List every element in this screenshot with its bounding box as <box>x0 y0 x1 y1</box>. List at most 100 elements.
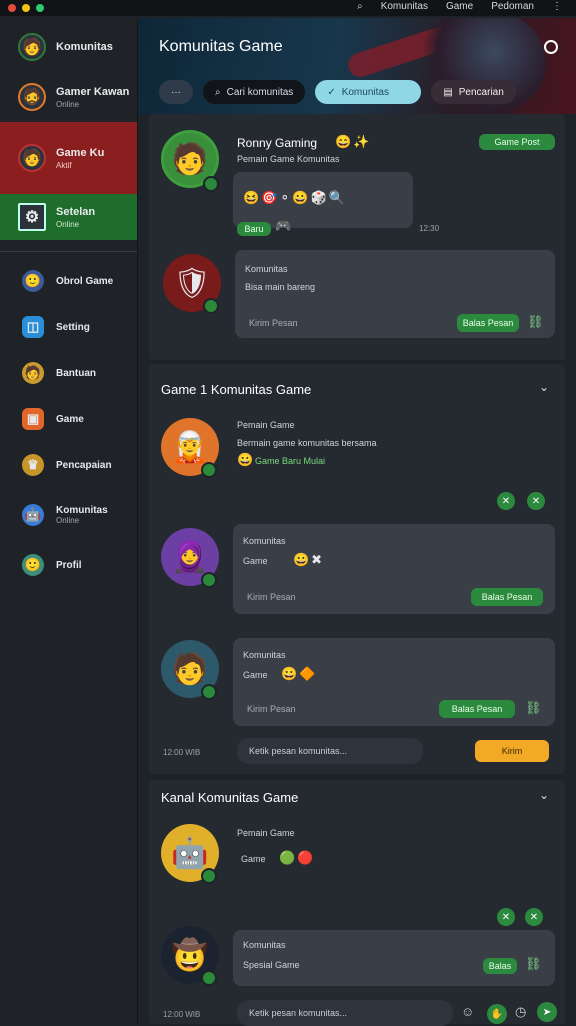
pencarian-pill-label: Pencarian <box>458 86 504 98</box>
user-name: Pemain Game <box>237 828 295 838</box>
check-icon: ✓ <box>327 86 336 98</box>
sidebar-sublabel: Online <box>56 99 80 109</box>
community-pill[interactable]: ✓ Komunitas <box>315 80 422 104</box>
online-badge <box>203 298 219 314</box>
sidebar-link-komunitas[interactable]: 🤖 Komunitas Online <box>0 488 137 542</box>
pencarian-pill[interactable]: ▤ Pencarian <box>431 80 516 104</box>
maximize-dot[interactable] <box>36 4 44 12</box>
emoji-icons: 🎮 <box>275 218 294 233</box>
online-badge <box>201 462 217 478</box>
link-icon[interactable]: ⛓ <box>527 314 544 330</box>
emoji-icons: 😄✨ <box>335 134 372 149</box>
message-title: Komunitas <box>243 536 286 546</box>
message-text: Spesial Game <box>243 960 300 970</box>
message-footer: Kirim Pesan <box>247 704 296 714</box>
send-button[interactable]: Kirim <box>475 740 549 762</box>
sidebar-label: Setting <box>56 321 90 333</box>
sidebar: 🧑 Komunitas 🧔 Gamer Kawan Online 🧑 Game K… <box>0 18 138 1024</box>
chevron-down-icon[interactable]: ⌄ <box>539 788 549 802</box>
post-text: Game <box>241 854 266 864</box>
reply-button[interactable]: Balas <box>483 958 517 974</box>
sidebar-link-pencapaian[interactable]: ♛ Pencapaian <box>0 442 137 488</box>
square-icon: ◫ <box>22 316 44 338</box>
sidebar-label: Komunitas <box>56 505 108 516</box>
reaction-emojis[interactable]: 😆🎯⚬😀🎲🔍 <box>243 190 347 206</box>
circle-icon[interactable] <box>544 40 558 54</box>
search-icon[interactable]: ⌕ <box>357 1 363 12</box>
user-name: Ronny Gaming <box>237 136 318 150</box>
avatar-icon: 🧑 <box>18 33 46 61</box>
post-card: 🧑 Ronny Gaming 😄✨ Pemain Game Komunitas … <box>149 114 565 360</box>
emoji-icons: 😀 <box>237 452 256 467</box>
avatar-icon: 🧔 <box>18 83 46 111</box>
sidebar-link-profil[interactable]: 🙂 Profil <box>0 542 137 588</box>
reply-button[interactable]: Balas Pesan <box>457 314 519 332</box>
reply-button[interactable]: Balas Pesan <box>439 700 515 718</box>
section-card: Kanal Komunitas Game ⌄ 🤖 Pemain Game Gam… <box>149 780 565 1026</box>
top-bar: ⌕ Komunitas Game Pedoman ⋮ <box>0 0 576 16</box>
message-title: Komunitas <box>243 940 286 950</box>
share-button[interactable]: ✕ <box>497 908 515 926</box>
message-input[interactable]: Ketik pesan komunitas... <box>237 1000 453 1026</box>
sidebar-item-game-ku[interactable]: 🧑 Game Ku Aktif <box>0 122 137 194</box>
game-post-tag[interactable]: Game Post <box>479 134 555 150</box>
sidebar-label: Profil <box>56 559 82 571</box>
online-badge <box>201 572 217 588</box>
emoji-icon[interactable]: ☺ <box>461 1004 474 1019</box>
attach-button[interactable]: ✋ <box>487 1004 507 1024</box>
nav-item-komunitas[interactable]: Komunitas <box>381 1 428 12</box>
sidebar-sublabel: Aktif <box>56 160 72 170</box>
send-button[interactable]: ➤ <box>537 1002 557 1022</box>
nav-item-game[interactable]: Game <box>446 1 473 12</box>
sidebar-item-komunitas[interactable]: 🧑 Komunitas <box>0 22 137 72</box>
message-input[interactable]: Ketik pesan komunitas... <box>237 738 423 764</box>
user-name: Pemain Game <box>237 420 295 430</box>
online-badge <box>201 970 217 986</box>
sidebar-link-bantuan[interactable]: 🧑 Bantuan <box>0 350 137 396</box>
online-badge <box>201 684 217 700</box>
avatar-icon: 🙂 <box>22 554 44 576</box>
settings-icon: ⚙ <box>18 203 46 231</box>
avatar-icon: 🧑 <box>18 144 46 172</box>
react-button[interactable]: ✕ <box>527 492 545 510</box>
mini-tag[interactable]: Baru <box>237 222 271 236</box>
message-text: Bisa main bareng <box>245 282 316 292</box>
message-bubble: Komunitas Spesial Game Balas ⛓ <box>233 930 555 986</box>
link-icon[interactable]: ⛓ <box>525 956 542 972</box>
section-title: Kanal Komunitas Game <box>161 790 299 805</box>
react-button[interactable]: ✕ <box>525 908 543 926</box>
nav-item-pedoman[interactable]: Pedoman <box>491 1 534 12</box>
sidebar-link-game[interactable]: ▣ Game <box>0 396 137 442</box>
sidebar-item-setelan[interactable]: ⚙ Setelan Online <box>0 194 137 240</box>
sidebar-link-obrol[interactable]: 🙂 Obrol Game <box>0 258 137 304</box>
search-pill[interactable]: ⌕ Cari komunitas <box>203 80 306 104</box>
message-title: Komunitas <box>243 650 286 660</box>
link-icon[interactable]: ⛓ <box>525 700 542 716</box>
avatar-icon: 🙂 <box>22 270 44 292</box>
main-content: Komunitas Game ··· ⌕ Cari komunitas ✓ Komu… <box>139 16 576 1026</box>
sidebar-label: Komunitas <box>56 41 113 53</box>
timestamp: 12:00 WIB <box>163 1010 201 1019</box>
sidebar-link-setting[interactable]: ◫ Setting <box>0 304 137 350</box>
online-badge <box>201 868 217 884</box>
filter-pills: ··· ⌕ Cari komunitas ✓ Komunitas ▤ Pencaria… <box>159 80 516 104</box>
chevron-down-icon[interactable]: ⌄ <box>539 380 549 394</box>
close-dot[interactable] <box>8 4 16 12</box>
trophy-icon: ♛ <box>22 454 44 476</box>
more-pill[interactable]: ··· <box>159 80 193 104</box>
message-text: Game <box>243 670 268 680</box>
more-icon[interactable]: ⋮ <box>552 1 562 12</box>
share-button[interactable]: ✕ <box>497 492 515 510</box>
message-footer: Kirim Pesan <box>247 592 296 602</box>
folder-icon: ▤ <box>443 86 453 98</box>
reply-button[interactable]: Balas Pesan <box>471 588 543 606</box>
emoji-icons: 🟢🔴 <box>279 850 316 865</box>
minimize-dot[interactable] <box>22 4 30 12</box>
sidebar-sublabel: Online <box>56 516 80 525</box>
top-nav: ⌕ Komunitas Game Pedoman ⋮ <box>357 1 562 12</box>
clock-icon[interactable]: ◷ <box>515 1004 526 1020</box>
sidebar-label: Setelan <box>56 205 96 218</box>
message-footer: Kirim Pesan <box>249 318 298 328</box>
sidebar-item-gamer[interactable]: 🧔 Gamer Kawan Online <box>0 72 137 122</box>
sidebar-label: Pencapaian <box>56 459 112 471</box>
